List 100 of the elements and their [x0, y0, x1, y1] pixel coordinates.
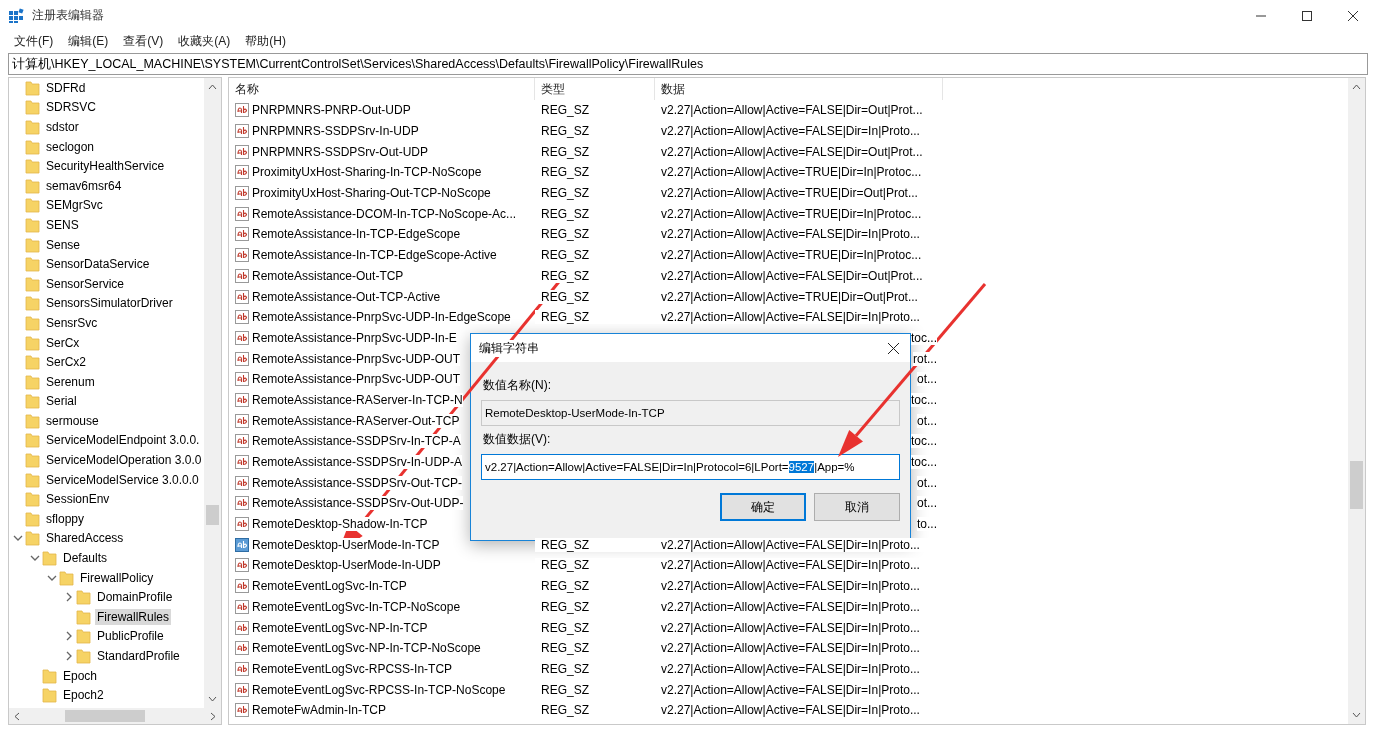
chevron-down-icon[interactable]	[1352, 712, 1361, 718]
tree-item[interactable]: ServiceModelOperation 3.0.0	[44, 452, 204, 469]
table-cell[interactable]: RemoteAssistance-RAServer-In-TCP-N	[252, 392, 463, 407]
table-cell[interactable]: RemoteEventLogSvc-RPCSS-In-TCP-NoScope	[252, 682, 506, 697]
tree-item[interactable]: SerCx2	[44, 354, 88, 371]
tree-item[interactable]: SensorDataService	[44, 256, 152, 273]
table-cell[interactable]: RemoteEventLogSvc-In-TCP	[252, 579, 407, 594]
chevron-icon[interactable]	[64, 592, 74, 603]
tree-item[interactable]: Defaults	[61, 550, 110, 567]
table-cell[interactable]: RemoteAssistance-PnrpSvc-UDP-OUT	[252, 372, 461, 387]
tree-item[interactable]: SensorService	[44, 275, 127, 292]
table-cell[interactable]: RemoteEventLogSvc-NP-In-TCP-NoScope	[252, 641, 481, 656]
table-cell[interactable]: RemoteAssistance-SSDPSrv-Out-TCP-	[252, 475, 463, 490]
table-cell[interactable]: RemoteEventLogSvc-RPCSS-In-TCP	[252, 661, 453, 676]
table-cell[interactable]: RemoteAssistance-Out-TCP-Active	[252, 289, 441, 304]
table-cell[interactable]: RemoteAssistance-Out-TCP	[252, 268, 404, 283]
table-cell[interactable]: PNRPMNRS-SSDPSrv-Out-UDP	[252, 144, 428, 159]
dialog-button[interactable]: 确定	[720, 493, 806, 521]
chevron-up-icon[interactable]	[1352, 84, 1361, 90]
menu-item[interactable]: 查看(V)	[117, 32, 170, 50]
scrollbar[interactable]	[204, 78, 221, 708]
folder-icon	[25, 530, 40, 547]
tree-item[interactable]: Serenum	[44, 373, 97, 390]
table-cell: ot...	[917, 413, 937, 428]
field-label: 数值名称(N):	[483, 377, 552, 394]
table-cell[interactable]: RemoteEventLogSvc-In-TCP-NoScope	[252, 599, 461, 614]
tree-item[interactable]: FirewallRules	[95, 608, 172, 625]
tree-item[interactable]: seclogon	[44, 138, 97, 155]
close-icon	[887, 342, 899, 354]
table-cell[interactable]: RemoteAssistance-PnrpSvc-UDP-In-E	[252, 330, 457, 345]
field-label: 数值数据(V):	[483, 431, 552, 448]
input-field[interactable]: v2.27|Action=Allow|Active=FALSE|Dir=In|Protocol=6|LPort=9527|App=%	[481, 454, 900, 480]
table-cell[interactable]: RemoteAssistance-DCOM-In-TCP-NoScope-Ac...	[252, 206, 517, 221]
tree-item[interactable]: SensrSvc	[44, 314, 100, 331]
tree-item[interactable]: Epoch	[61, 667, 100, 684]
scroll-thumb[interactable]	[1350, 461, 1363, 509]
tree-item[interactable]: Serial	[44, 393, 79, 410]
tree-item[interactable]: SEMgrSvc	[44, 197, 105, 214]
tree-item[interactable]: SENS	[44, 216, 81, 233]
table-cell[interactable]: ProximityUxHost-Sharing-In-TCP-NoScope	[252, 165, 482, 180]
tree-item[interactable]: SerCx	[44, 334, 82, 351]
table-cell[interactable]: ProximityUxHost-Sharing-Out-TCP-NoScope	[252, 186, 491, 201]
folder-icon	[25, 158, 40, 175]
table-cell: toc...	[911, 392, 937, 407]
tree-item[interactable]: Sense	[44, 236, 83, 253]
table-cell[interactable]: RemoteDesktop-Shadow-In-TCP	[252, 517, 428, 532]
chevron-icon[interactable]	[64, 651, 74, 661]
tree-item[interactable]: Epoch2	[61, 687, 106, 704]
table-cell[interactable]: RemoteAssistance-SSDPSrv-In-TCP-A	[252, 434, 461, 449]
dialog-button[interactable]: 取消	[814, 493, 900, 521]
tree-item[interactable]: ServiceModelEndpoint 3.0.0.	[44, 432, 202, 449]
tree-item[interactable]: SharedAccess	[44, 530, 126, 547]
folder-icon	[25, 275, 40, 292]
table-cell[interactable]: RemoteEventLogSvc-NP-In-TCP	[252, 620, 428, 635]
tree-item[interactable]: sfloppy	[44, 510, 87, 527]
tree-item[interactable]: StandardProfile	[95, 648, 182, 664]
table-cell[interactable]: RemoteAssistance-PnrpSvc-UDP-In-EdgeScope	[252, 310, 511, 325]
chevron-down-icon[interactable]	[208, 696, 217, 702]
tree-item[interactable]: SDFRd	[44, 79, 88, 96]
table-cell[interactable]: RemoteAssistance-SSDPSrv-Out-UDP-	[252, 496, 464, 511]
tree-item[interactable]: SensorsSimulatorDriver	[44, 295, 175, 312]
tree-item[interactable]: sdstor	[44, 119, 81, 135]
tree-item[interactable]: SDRSVC	[44, 99, 98, 116]
table-cell[interactable]: RemoteAssistance-SSDPSrv-In-UDP-A	[252, 455, 463, 470]
table-cell[interactable]: RemoteAssistance-RAServer-Out-TCP	[252, 413, 460, 428]
tree-item[interactable]: FirewallPolicy	[78, 569, 156, 586]
scrollbar[interactable]	[9, 708, 221, 724]
table-cell[interactable]: RemoteAssistance-PnrpSvc-UDP-OUT	[252, 351, 461, 366]
scroll-thumb[interactable]	[206, 505, 219, 525]
folder-icon	[25, 314, 40, 331]
tree-item[interactable]: SessionEnv	[44, 491, 112, 508]
tree-item[interactable]: semav6msr64	[44, 177, 124, 194]
column-header[interactable]: 数据	[655, 78, 943, 100]
tree-item[interactable]: sermouse	[44, 412, 101, 429]
folder-icon	[25, 119, 40, 135]
table-cell[interactable]: RemoteAssistance-In-TCP-EdgeScope-Active	[252, 248, 497, 263]
chevron-right-icon[interactable]	[210, 711, 216, 721]
scroll-thumb[interactable]	[65, 710, 145, 722]
menu-item[interactable]: 帮助(H)	[239, 32, 292, 50]
tree-item[interactable]: PublicProfile	[95, 628, 166, 645]
address-bar[interactable]: 计算机\HKEY_LOCAL_MACHINE\SYSTEM\CurrentControlSet\Services\SharedAccess\Defaults\FirewallPolicy\FirewallRules	[8, 53, 1368, 75]
chevron-icon[interactable]	[64, 631, 74, 642]
tree-item[interactable]: SecurityHealthService	[44, 158, 167, 175]
close-icon	[1348, 10, 1358, 21]
tree-item[interactable]: ServiceModelService 3.0.0.0	[44, 471, 201, 488]
table-cell[interactable]: RemoteDesktop-UserMode-In-UDP	[252, 558, 441, 573]
table-cell: toc...	[911, 330, 937, 345]
tree-item[interactable]: DomainProfile	[95, 589, 175, 606]
table-cell[interactable]: RemoteDesktop-UserMode-In-TCP	[252, 537, 440, 552]
table-cell[interactable]: RemoteAssistance-In-TCP-EdgeScope	[252, 227, 461, 242]
menu-item[interactable]: 文件(F)	[8, 32, 60, 50]
folder-icon	[25, 491, 40, 508]
column-header[interactable]: 类型	[535, 78, 655, 100]
chevron-up-icon[interactable]	[208, 84, 217, 90]
folder-icon	[76, 608, 91, 625]
menu-item[interactable]: 编辑(E)	[62, 32, 115, 50]
menu-item[interactable]: 收藏夹(A)	[172, 32, 237, 50]
column-header[interactable]: 名称	[229, 78, 535, 100]
chevron-left-icon[interactable]	[14, 711, 20, 721]
scrollbar[interactable]	[1348, 78, 1365, 724]
